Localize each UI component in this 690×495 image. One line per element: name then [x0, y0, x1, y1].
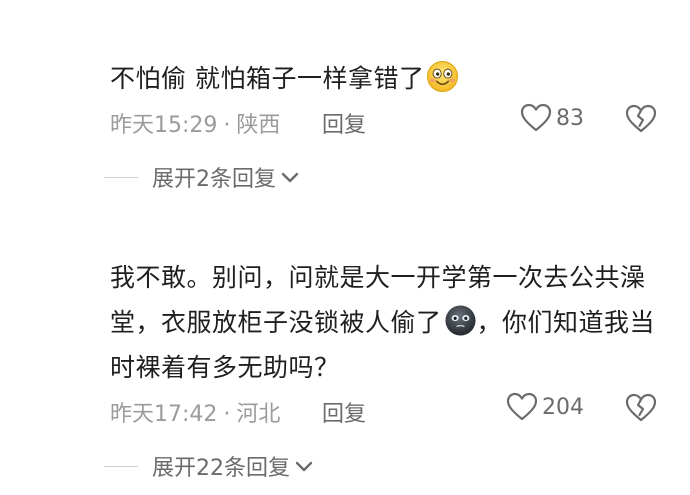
comment-location: 陕西 [236, 113, 281, 138]
meta-separator: · [223, 402, 231, 427]
expand-divider [104, 465, 138, 467]
broken-heart-icon [625, 104, 657, 133]
dark-face-emoji-icon [444, 305, 476, 336]
expand-divider [104, 176, 138, 178]
like-button[interactable]: 83 [520, 103, 584, 133]
like-count: 204 [542, 394, 584, 420]
comment-body: 不怕偷 就怕箱子一样拿错了 [110, 64, 425, 93]
comment-location: 河北 [236, 402, 281, 427]
comment-text: 我不敢。别问，问就是大一开学第一次去公共澡堂，衣服放柜子没锁被人偷了 ，你们知道… [110, 255, 665, 390]
expand-replies-label: 展开2条回复 [152, 167, 276, 192]
chevron-down-icon [295, 461, 313, 472]
dislike-button[interactable] [625, 393, 657, 427]
broken-heart-icon [625, 393, 657, 422]
like-button[interactable]: 204 [506, 392, 584, 422]
reply-button[interactable]: 回复 [322, 396, 366, 428]
comment-item: 不怕偷 就怕箱子一样拿错了 昨天15:29 · 陕西 回复 83 [110, 56, 690, 145]
dislike-button[interactable] [625, 104, 657, 138]
comment-meta-info: 昨天15:29 · 陕西 [110, 107, 280, 139]
comment-item: 我不敢。别问，问就是大一开学第一次去公共澡堂，衣服放柜子没锁被人偷了 ，你们知道… [110, 255, 690, 434]
comment-time: 昨天17:42 [110, 402, 218, 427]
comment-time: 昨天15:29 [110, 113, 218, 138]
smiley-face-emoji-icon [427, 60, 459, 93]
chevron-down-icon [281, 172, 299, 183]
reply-button[interactable]: 回复 [322, 107, 366, 139]
expand-replies-button[interactable]: 展开22条回复 [104, 450, 314, 482]
expand-replies-button[interactable]: 展开2条回复 [104, 161, 300, 193]
comment-meta-info: 昨天17:42 · 河北 [110, 396, 280, 428]
comment-meta: 昨天17:42 · 河北 回复 204 [110, 390, 690, 434]
heart-outline-icon [506, 392, 538, 421]
heart-outline-icon [520, 103, 552, 132]
expand-replies-label: 展开22条回复 [152, 456, 290, 481]
meta-separator: · [223, 113, 231, 138]
comment-meta: 昨天15:29 · 陕西 回复 83 [110, 101, 690, 145]
like-count: 83 [556, 105, 584, 131]
comment-text: 不怕偷 就怕箱子一样拿错了 [110, 56, 665, 101]
